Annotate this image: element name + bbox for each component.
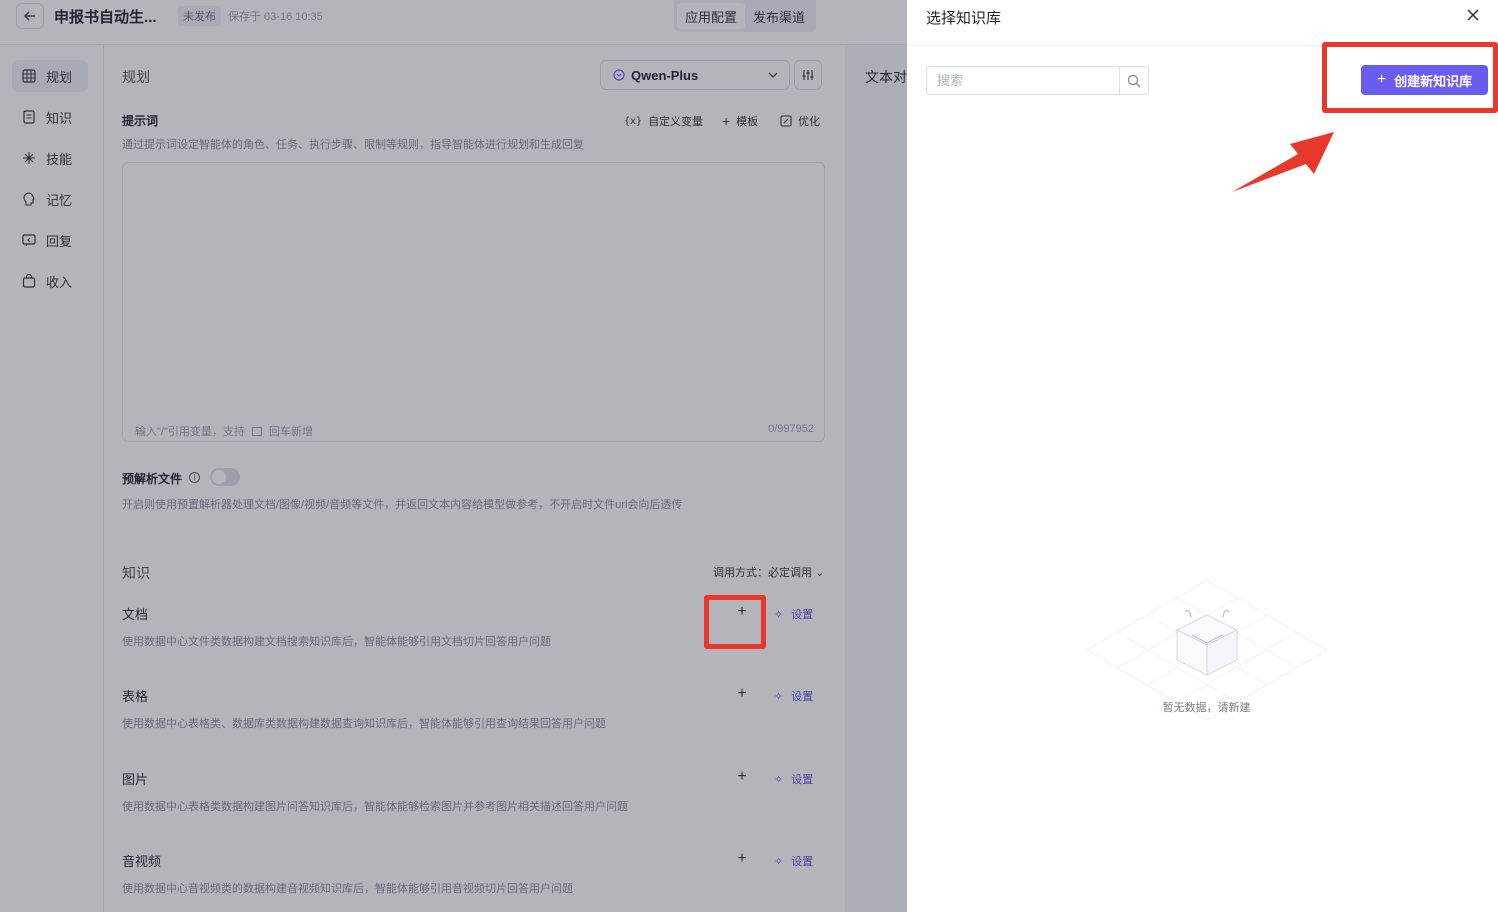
drawer-title: 选择知识库 — [926, 10, 1002, 27]
highlight-box-add-document — [704, 595, 766, 649]
search-input[interactable] — [927, 67, 1119, 94]
search-button[interactable] — [1119, 67, 1148, 94]
close-button[interactable] — [1465, 7, 1481, 23]
highlight-box-create-button — [1322, 42, 1498, 113]
close-icon — [1467, 9, 1479, 21]
search-icon — [1127, 74, 1141, 87]
select-knowledge-drawer: 选择知识库 + 创建新知识库 暂无数据，请新建 — [907, 0, 1498, 912]
empty-state-text: 暂无数据，请新建 — [1162, 702, 1251, 714]
search-box — [926, 66, 1149, 95]
modal-overlay[interactable] — [0, 0, 907, 912]
annotation-arrow-icon — [1232, 132, 1334, 192]
